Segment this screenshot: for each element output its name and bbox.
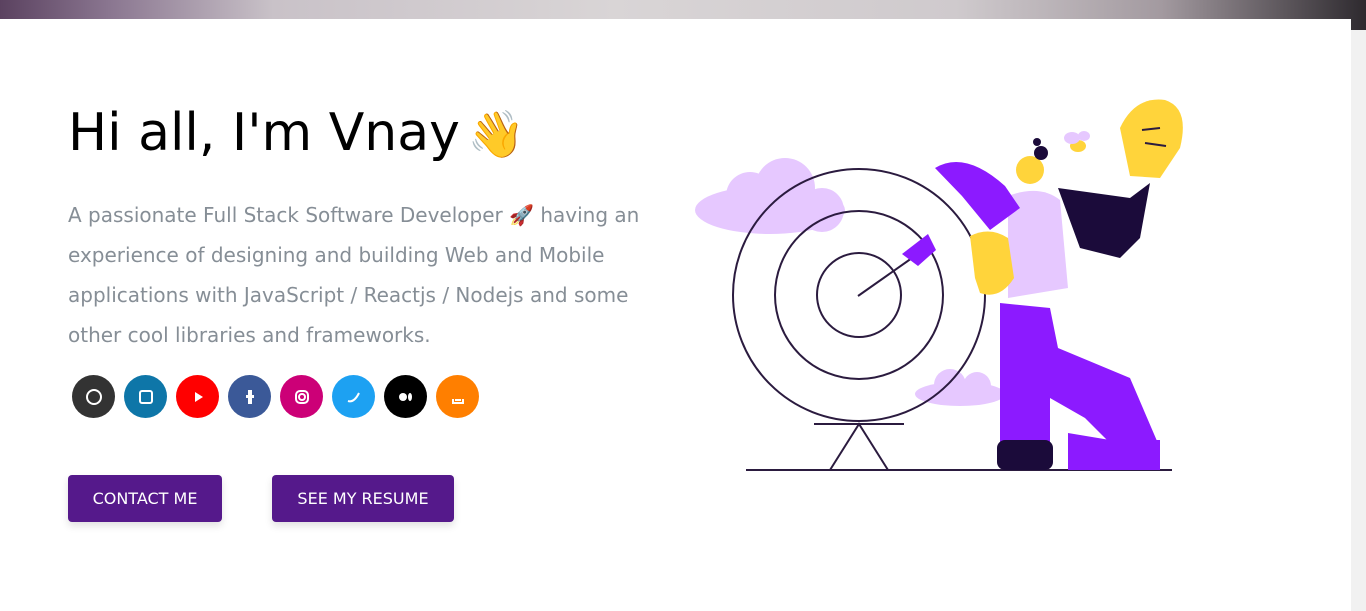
youtube-icon[interactable] <box>176 375 219 418</box>
stackoverflow-icon[interactable] <box>436 375 479 418</box>
scrollbar[interactable] <box>1351 30 1366 611</box>
facebook-icon[interactable] <box>228 375 271 418</box>
see-my-resume-button[interactable]: SEE MY RESUME <box>272 475 454 522</box>
greeting-text: Hi all, I'm Vnay <box>68 103 460 163</box>
page-notch <box>1066 19 1088 30</box>
developer-target-illustration <box>695 99 1183 471</box>
linkedin-icon[interactable] <box>124 375 167 418</box>
hero-subtitle: A passionate Full Stack Software Develop… <box>68 203 640 347</box>
social-media-links <box>72 375 479 418</box>
contact-me-button[interactable]: CONTACT ME <box>68 475 222 522</box>
developer-character <box>935 99 1183 470</box>
medium-icon[interactable] <box>384 375 427 418</box>
greeting-heading: Hi all, I'm Vnay 👋 <box>68 98 525 169</box>
github-icon[interactable] <box>72 375 115 418</box>
dart-arrow-icon <box>857 234 936 297</box>
bee-icon <box>1064 131 1090 152</box>
wave-emoji-icon: 👋 <box>467 107 526 161</box>
twitter-icon[interactable] <box>332 375 375 418</box>
cloud-left-icon <box>695 158 845 234</box>
instagram-icon[interactable] <box>280 375 323 418</box>
